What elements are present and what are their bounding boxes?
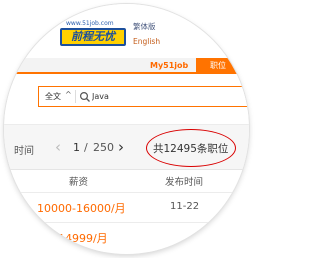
my51job-link[interactable]: My51job [150,61,188,70]
date-column-header: 发布时间 [165,177,204,188]
salary-cell: 10000-16000/月 [37,202,126,215]
magnifier-frame: www.51job.com 前程无忧 繁体版 English My51job 职… [4,4,249,254]
total-pages: 250 [93,141,114,154]
table-row[interactable]: 0-14999/月 [4,222,249,252]
logo-url: www.51job.com [66,20,114,27]
table-header: 薪资 发布时间 [4,170,249,192]
chevron-left-icon[interactable]: ‹ [55,138,61,156]
logo[interactable]: www.51job.com 前程无忧 [60,20,126,50]
nav-tab-jobs[interactable]: 职位 [196,58,249,74]
search-input[interactable] [92,89,212,104]
top-nav: My51job 职位 [4,58,249,74]
chevron-right-icon[interactable]: › [118,138,124,156]
traditional-chinese-link[interactable]: 繁体版 [133,21,156,32]
search-divider [75,90,76,103]
page: www.51job.com 前程无忧 繁体版 English My51job 职… [4,4,249,254]
result-count: 共12495条职位 [153,143,229,155]
chevron-up-icon[interactable]: ^ [65,90,72,99]
page-separator: / [84,141,88,154]
search-box: 全文 ^ [38,86,249,107]
search-scope-select[interactable]: 全文 [45,91,61,102]
salary-cell: 0-14999/月 [47,232,108,245]
logo-text: 前程无忧 [60,28,126,46]
search-area: 全文 ^ [4,76,249,118]
date-cell: 11-22 [170,201,200,212]
pagination-bar: 时间 ‹ 1 / 250 › 共12495条职位 [4,124,249,170]
header: www.51job.com 前程无忧 繁体版 English [4,4,249,58]
sort-by-time[interactable]: 时间 [14,142,34,157]
current-page: 1 [73,141,80,154]
table-row[interactable]: 10000-16000/月 11-22 [4,192,249,222]
english-link[interactable]: English [133,37,160,46]
search-icon [79,91,90,102]
salary-column-header: 薪资 [69,177,89,188]
